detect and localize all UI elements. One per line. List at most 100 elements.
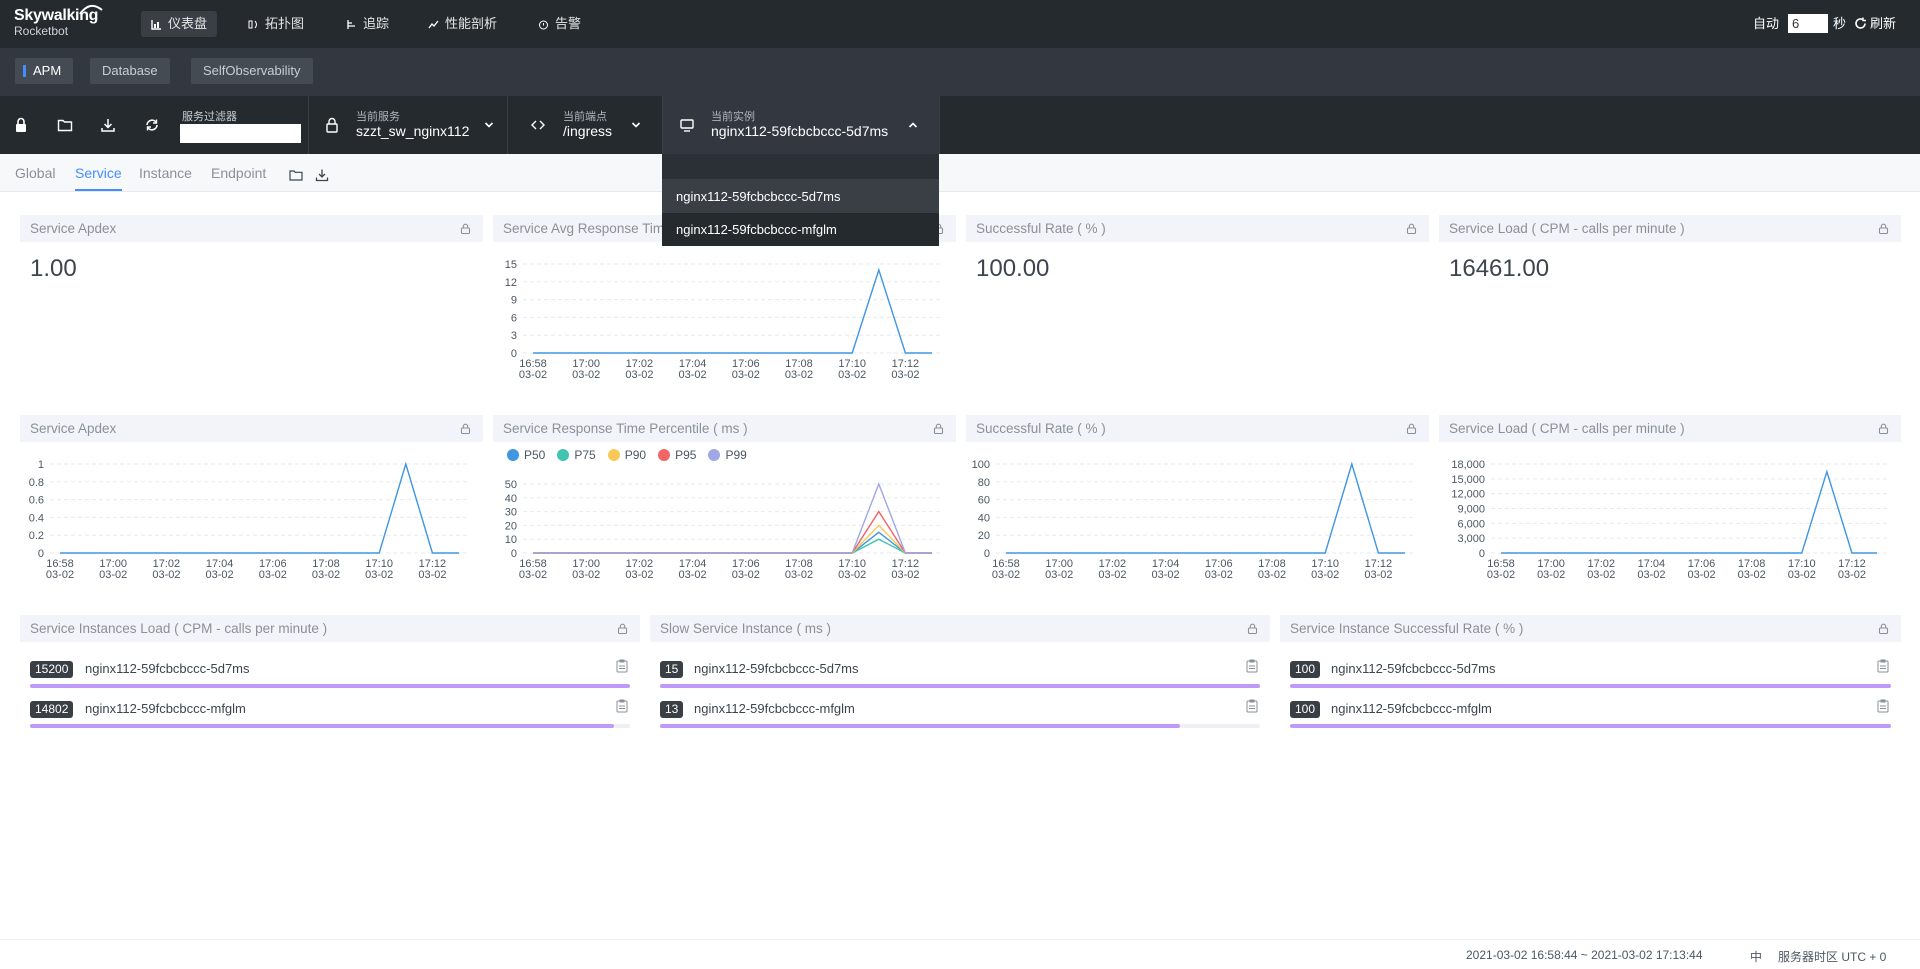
instance-name: nginx112-59fcbcbccc-mfglm xyxy=(1331,701,1492,716)
value-badge: 13 xyxy=(660,701,684,718)
series-line[interactable] xyxy=(1006,461,1405,554)
tab-global[interactable]: Global xyxy=(15,165,55,189)
x-tick-label: 03-02 xyxy=(891,569,919,581)
x-tick-label: 03-02 xyxy=(732,569,760,581)
service-selector[interactable]: 当前服务 szzt_sw_nginx112 xyxy=(309,96,507,154)
panel-successful-rate: Successful Rate ( % ) 100.00 xyxy=(966,215,1429,405)
clipboard-icon[interactable] xyxy=(1246,659,1258,673)
service-load-chart: 03,0006,0009,00012,00015,00018,00016:580… xyxy=(1451,459,1887,581)
tab-instance[interactable]: Instance xyxy=(139,165,192,189)
logo-arc-icon xyxy=(79,4,103,15)
subtab-apm[interactable]: APM xyxy=(15,58,74,84)
subtab-selfobservability[interactable]: SelfObservability xyxy=(191,58,313,84)
panel-title: Service Load ( CPM - calls per minute ) xyxy=(1439,415,1901,442)
endpoint-selector[interactable]: 当前端点 /ingress xyxy=(508,96,662,154)
value-badge: 15200 xyxy=(30,661,74,678)
subtab-database[interactable]: Database xyxy=(90,58,170,84)
reload-icon[interactable] xyxy=(144,117,160,133)
language-toggle[interactable]: 中 xyxy=(1750,948,1762,965)
clipboard-icon[interactable] xyxy=(1877,659,1889,673)
list-item[interactable]: 100 nginx112-59fcbcbccc-mfglm xyxy=(1290,694,1891,730)
interval-unit: 秒 xyxy=(1833,16,1847,31)
nav-topology[interactable]: 拓扑图 xyxy=(238,11,314,37)
instance-selector-value: nginx112-59fcbcbccc-5d7ms xyxy=(711,123,889,139)
panel-lock-icon[interactable] xyxy=(1406,423,1417,434)
import-folder-icon[interactable] xyxy=(289,168,303,182)
y-tick-label: 20 xyxy=(978,530,990,542)
server-timezone: 服务器时区 UTC + 0 xyxy=(1778,950,1887,964)
dropdown-option[interactable]: nginx112-59fcbcbccc-mfglm xyxy=(662,213,939,246)
x-tick-label: 03-02 xyxy=(1364,569,1392,581)
list-item[interactable]: 100 nginx112-59fcbcbccc-5d7ms xyxy=(1290,654,1891,690)
x-tick-label: 03-02 xyxy=(1537,569,1565,581)
panel-successful-rate-chart: Successful Rate ( % ) 0 20 40 60 80 100 16:58 0… xyxy=(966,415,1429,605)
time-range[interactable]: 2021-03-02 16:58:44 ~ 2021-03-02 17:13:4… xyxy=(1466,948,1703,962)
profile-icon xyxy=(428,20,439,28)
lock-icon[interactable] xyxy=(13,117,29,133)
folder-icon[interactable] xyxy=(57,117,73,133)
y-tick-label: 15 xyxy=(505,259,517,271)
nav-topology-label: 拓扑图 xyxy=(265,16,305,31)
y-tick-label: 12,000 xyxy=(1451,489,1485,501)
tab-service[interactable]: Service xyxy=(75,165,122,191)
list-item[interactable]: 15 nginx112-59fcbcbccc-5d7ms xyxy=(660,654,1260,690)
series-line-p90[interactable] xyxy=(533,524,932,554)
progress-fill xyxy=(1290,724,1891,728)
list-item[interactable]: 13 nginx112-59fcbcbccc-mfglm xyxy=(660,694,1260,730)
list-item[interactable]: 15200 nginx112-59fcbcbccc-5d7ms xyxy=(30,654,630,690)
nav-dashboard[interactable]: 仪表盘 xyxy=(141,11,218,37)
panel-lock-icon[interactable] xyxy=(1878,223,1889,234)
x-tick-label: 03-02 xyxy=(679,569,707,581)
panel-lock-icon[interactable] xyxy=(1878,423,1889,434)
tab-endpoint[interactable]: Endpoint xyxy=(211,165,266,189)
refresh-interval-input[interactable] xyxy=(1788,14,1828,33)
panel-lock-icon[interactable] xyxy=(1406,223,1417,234)
instance-selector[interactable]: 当前实例 nginx112-59fcbcbccc-5d7ms xyxy=(663,96,939,154)
clipboard-icon[interactable] xyxy=(1877,699,1889,713)
panel-lock-icon[interactable] xyxy=(460,223,471,234)
refresh-icon[interactable] xyxy=(1854,17,1867,30)
panel-lock-icon[interactable] xyxy=(460,423,471,434)
y-tick-label: 18,000 xyxy=(1451,459,1485,471)
progress-fill xyxy=(660,724,1181,728)
dropdown-search-input[interactable] xyxy=(662,154,939,180)
download-icon[interactable] xyxy=(100,117,116,133)
nav-profile[interactable]: 性能剖析 xyxy=(418,11,507,37)
export-download-icon[interactable] xyxy=(315,168,329,182)
panel-lock-icon[interactable] xyxy=(1878,623,1889,634)
clipboard-icon[interactable] xyxy=(616,659,628,673)
progress-fill xyxy=(30,724,615,728)
series-line-p75[interactable] xyxy=(533,538,932,554)
x-tick-label: 03-02 xyxy=(1587,569,1615,581)
series-line[interactable] xyxy=(1501,469,1877,554)
sub-bar: APM Database SelfObservability xyxy=(0,48,1920,96)
progress-bar xyxy=(30,684,630,688)
successful-rate-chart: 02040608010016:5803-0217:0003-0217:0203-… xyxy=(972,459,1415,581)
service-filter-input[interactable] xyxy=(180,124,301,143)
nav-trace[interactable]: 追踪 xyxy=(336,11,399,37)
clipboard-icon[interactable] xyxy=(1246,699,1258,713)
dropdown-option[interactable]: nginx112-59fcbcbccc-5d7ms xyxy=(662,180,939,213)
x-tick-label: 03-02 xyxy=(519,369,547,381)
nav-alarm[interactable]: 告警 xyxy=(528,11,591,37)
series-line[interactable] xyxy=(533,267,932,354)
nav-trace-label: 追踪 xyxy=(363,16,390,31)
x-tick-label: 03-02 xyxy=(1045,569,1073,581)
y-tick-label: 0.2 xyxy=(29,530,44,542)
instance-name: nginx112-59fcbcbccc-mfglm xyxy=(694,701,855,716)
series-line[interactable] xyxy=(60,461,459,554)
list-item[interactable]: 14802 nginx112-59fcbcbccc-mfglm xyxy=(30,694,630,730)
progress-bar xyxy=(1290,684,1891,688)
y-tick-label: 80 xyxy=(978,477,990,489)
panel-lock-icon[interactable] xyxy=(1247,623,1258,634)
y-tick-label: 3,000 xyxy=(1457,533,1485,545)
dashboard-tabs: Global Service Instance Endpoint xyxy=(0,154,1920,192)
x-tick-label: 03-02 xyxy=(99,569,127,581)
clipboard-icon[interactable] xyxy=(616,699,628,713)
panel-lock-icon[interactable] xyxy=(933,423,944,434)
panel-service-apdex-chart: Service Apdex 0 0.2 0.4 0.6 0.8 1 16:58 03-02 17… xyxy=(20,415,483,605)
refresh-button[interactable]: 刷新 xyxy=(1870,13,1896,32)
y-tick-label: 9 xyxy=(511,295,517,307)
progress-bar xyxy=(660,684,1260,688)
panel-lock-icon[interactable] xyxy=(617,623,628,634)
